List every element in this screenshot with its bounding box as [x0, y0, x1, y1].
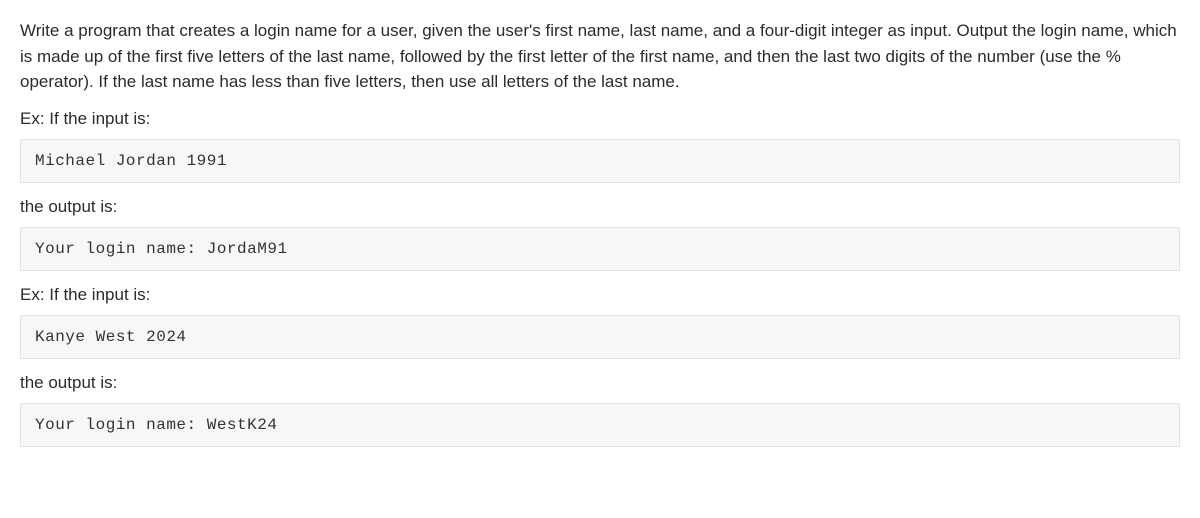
- example1-output-block: Your login name: JordaM91: [20, 227, 1180, 271]
- example1-output-label: the output is:: [20, 197, 1180, 217]
- example2-input-block: Kanye West 2024: [20, 315, 1180, 359]
- example2-input-label: Ex: If the input is:: [20, 285, 1180, 305]
- problem-description: Write a program that creates a login nam…: [20, 18, 1180, 95]
- example1-input-label: Ex: If the input is:: [20, 109, 1180, 129]
- problem-statement-container: Write a program that creates a login nam…: [0, 0, 1200, 465]
- example2-output-label: the output is:: [20, 373, 1180, 393]
- example1-input-block: Michael Jordan 1991: [20, 139, 1180, 183]
- example2-output-block: Your login name: WestK24: [20, 403, 1180, 447]
